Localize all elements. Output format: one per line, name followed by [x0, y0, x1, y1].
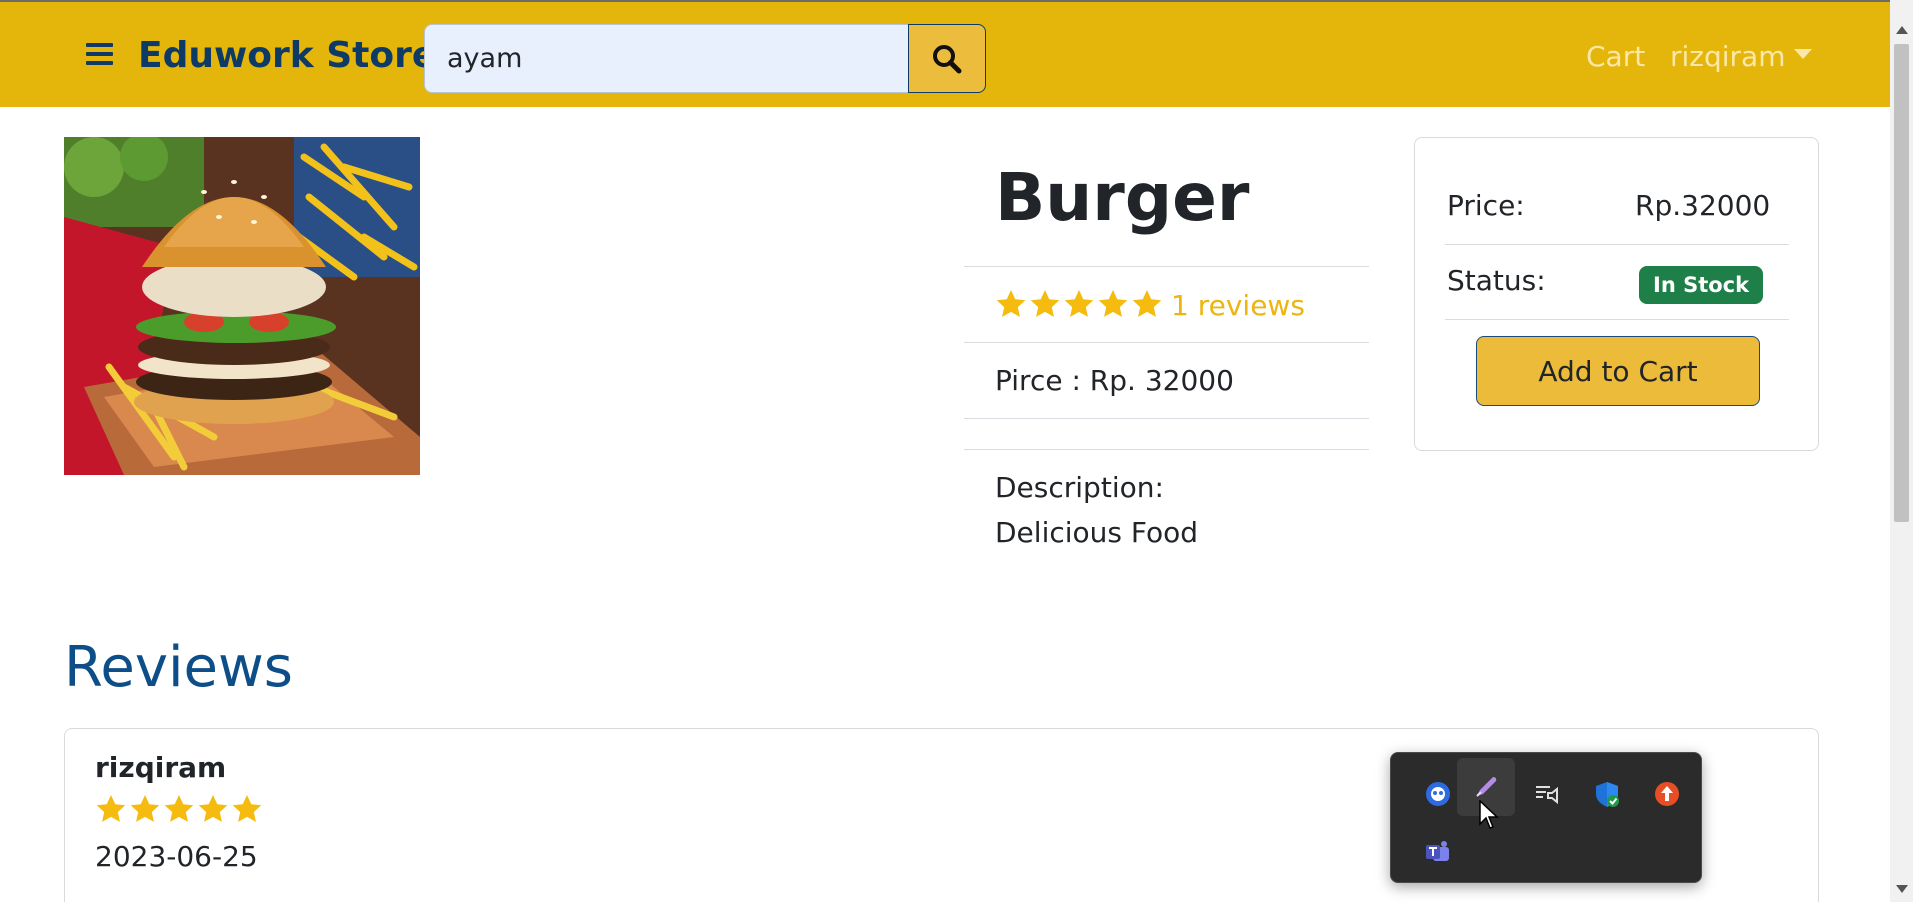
- teams-icon: [1426, 841, 1449, 861]
- tray-item-security[interactable]: [1578, 765, 1636, 823]
- star-icon: [1030, 290, 1060, 317]
- product-image: [64, 137, 420, 475]
- star-icon: [1098, 290, 1128, 317]
- navbar: Eduwork Store Cart rizqiram: [0, 0, 1890, 107]
- menu-icon[interactable]: [86, 43, 113, 65]
- star-icon: [232, 795, 262, 822]
- product-rating: [995, 288, 1163, 320]
- divider: [964, 266, 1369, 267]
- star-icon: [1132, 290, 1162, 317]
- divider: [964, 449, 1369, 450]
- search-bar: [424, 24, 986, 93]
- scroll-down-arrow-icon[interactable]: [1896, 885, 1908, 893]
- price-card: Price: Rp.32000 Status: In Stock Add to …: [1414, 137, 1819, 451]
- tray-item-upload[interactable]: [1638, 765, 1696, 823]
- mouse-cursor-icon: [1479, 800, 1499, 829]
- add-to-cart-button[interactable]: Add to Cart: [1476, 336, 1760, 406]
- tray-item-media[interactable]: [1518, 765, 1576, 823]
- divider: [1445, 244, 1789, 245]
- status-label: Status:: [1447, 264, 1546, 297]
- description-text: Delicious Food: [995, 516, 1199, 549]
- search-button[interactable]: [908, 24, 986, 93]
- pen-icon: [1476, 777, 1497, 797]
- product-price: Pirce : Rp. 32000: [995, 364, 1234, 397]
- user-menu-label: rizqiram: [1670, 40, 1786, 73]
- media-queue-icon: [1536, 786, 1558, 805]
- divider: [964, 342, 1369, 343]
- description-label: Description:: [995, 471, 1164, 504]
- divider: [1445, 319, 1789, 320]
- star-icon: [1064, 290, 1094, 317]
- copilot-icon: [1426, 782, 1450, 806]
- star-icon: [96, 795, 126, 822]
- review-rating: [95, 793, 263, 825]
- brand-logo[interactable]: Eduwork Store: [138, 34, 436, 78]
- scrollbar-thumb[interactable]: [1894, 44, 1909, 522]
- star-icon: [164, 795, 194, 822]
- windows-security-icon: [1596, 782, 1619, 807]
- star-icon: [198, 795, 228, 822]
- tray-item-teams[interactable]: [1409, 824, 1467, 882]
- review-date: 2023-06-25: [95, 840, 258, 873]
- search-input[interactable]: [424, 24, 910, 93]
- caret-down-icon: [1793, 49, 1812, 59]
- user-menu[interactable]: rizqiram: [1670, 39, 1812, 75]
- cart-link[interactable]: Cart: [1586, 39, 1645, 75]
- product-title: Burger: [995, 159, 1250, 236]
- scroll-up-arrow-icon[interactable]: [1896, 26, 1908, 34]
- price-value: Rp.32000: [1635, 189, 1771, 222]
- upload-icon: [1655, 782, 1679, 806]
- reviews-heading: Reviews: [64, 635, 293, 700]
- system-tray-overflow: [1390, 752, 1702, 883]
- divider: [964, 418, 1369, 419]
- star-icon: [130, 795, 160, 822]
- price-label: Price:: [1447, 189, 1525, 222]
- review-author: rizqiram: [95, 751, 227, 784]
- reviews-count-link[interactable]: 1 reviews: [1171, 288, 1305, 324]
- status-badge: In Stock: [1639, 266, 1764, 304]
- search-icon: [933, 44, 962, 73]
- star-icon: [996, 290, 1026, 317]
- page-scrollbar[interactable]: [1890, 0, 1913, 902]
